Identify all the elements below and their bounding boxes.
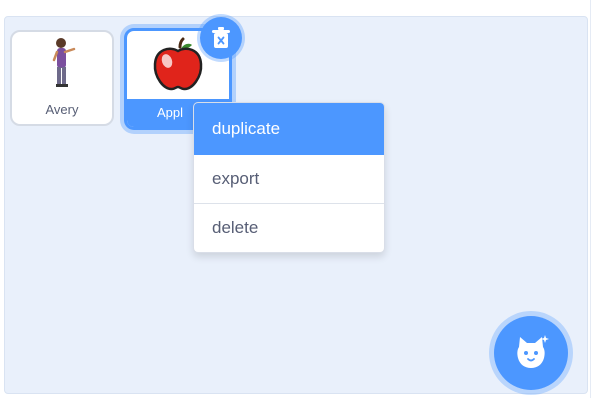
cat-icon bbox=[517, 335, 549, 368]
menu-item-delete[interactable]: delete bbox=[194, 203, 384, 252]
sprite-tile-avery[interactable]: Avery bbox=[10, 30, 114, 126]
choose-sprite-button[interactable] bbox=[494, 316, 568, 390]
sprite-context-menu: duplicate export delete bbox=[193, 102, 385, 253]
right-rail bbox=[590, 0, 598, 398]
sprite-thumbnail-avery bbox=[12, 32, 112, 96]
menu-item-duplicate[interactable]: duplicate bbox=[194, 103, 384, 155]
trash-icon bbox=[212, 27, 230, 48]
sprite-name-avery: Avery bbox=[45, 102, 79, 117]
person-sprite-icon bbox=[52, 38, 76, 87]
delete-sprite-button[interactable] bbox=[200, 17, 242, 59]
apple-sprite-icon bbox=[153, 37, 203, 91]
menu-item-export[interactable]: export bbox=[194, 155, 384, 203]
